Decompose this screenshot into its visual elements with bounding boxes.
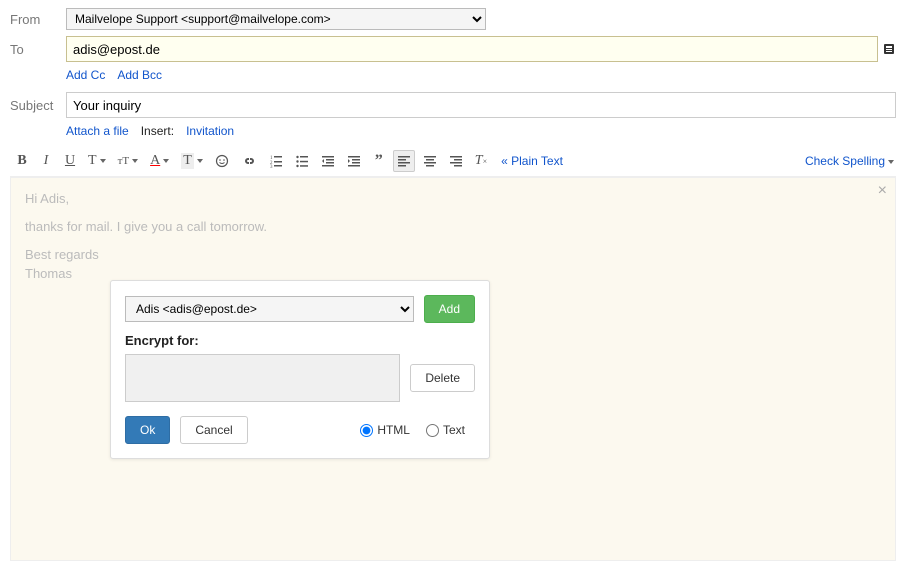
format-radios: HTML Text [360,423,465,437]
link-button[interactable] [237,150,261,172]
ok-button[interactable]: Ok [125,416,170,444]
insert-label: Insert: [141,124,174,138]
svg-text:3: 3 [270,165,273,168]
remove-formatting-button[interactable]: T× [471,150,491,172]
body-line: Best regards Thomas [25,246,881,282]
subject-label: Subject [10,98,66,113]
recipient-row: Adis <adis@epost.de> Add [125,295,475,323]
formatting-toolbar: B I U T тT A T 123 ” T× « Plain Text Che… [10,146,896,177]
to-input[interactable] [66,36,878,62]
insert-invitation-link[interactable]: Invitation [186,124,234,138]
font-color-button[interactable]: A [146,150,173,172]
dialog-footer: Ok Cancel HTML Text [125,416,475,444]
bold-button[interactable]: B [12,150,32,172]
align-left-button[interactable] [393,150,415,172]
encrypt-list-row: Delete [125,354,475,402]
body-line: thanks for mail. I give you a call tomor… [25,218,881,236]
recipient-select[interactable]: Adis <adis@epost.de> [125,296,414,322]
from-label: From [10,12,66,27]
cc-bcc-links: Add Cc Add Bcc [66,68,896,82]
encrypt-for-list[interactable] [125,354,400,402]
add-recipient-button[interactable]: Add [424,295,475,323]
outdent-button[interactable] [317,150,339,172]
highlight-button[interactable]: T [177,150,207,172]
contact-picker-icon[interactable] [882,42,896,56]
cancel-button[interactable]: Cancel [180,416,247,444]
delete-recipient-button[interactable]: Delete [410,364,475,392]
to-label: To [10,42,66,57]
add-cc-link[interactable]: Add Cc [66,68,105,82]
subject-row: Subject [10,92,896,118]
attach-row: Attach a file Insert: Invitation [66,124,896,138]
numbered-list-button[interactable]: 123 [265,150,287,172]
to-row: To [10,36,896,62]
encrypt-dialog: Adis <adis@epost.de> Add Encrypt for: De… [110,280,490,459]
add-bcc-link[interactable]: Add Bcc [117,68,162,82]
encrypt-for-label: Encrypt for: [125,333,475,348]
from-select[interactable]: Mailvelope Support <support@mailvelope.c… [66,8,486,30]
align-center-button[interactable] [419,150,441,172]
check-spelling-link[interactable]: Check Spelling [805,154,894,168]
format-text-label[interactable]: Text [426,423,465,437]
font-size-button[interactable]: тT [114,150,143,172]
format-html-label[interactable]: HTML [360,423,410,437]
font-family-button[interactable]: T [84,150,110,172]
italic-button[interactable]: I [36,150,56,172]
plain-text-link[interactable]: « Plain Text [501,154,563,168]
attach-file-link[interactable]: Attach a file [66,124,129,138]
underline-button[interactable]: U [60,150,80,172]
indent-button[interactable] [343,150,365,172]
quote-button[interactable]: ” [369,150,389,172]
from-row: From Mailvelope Support <support@mailvel… [10,8,896,30]
close-icon[interactable]: × [878,182,887,200]
subject-input[interactable] [66,92,896,118]
align-right-button[interactable] [445,150,467,172]
format-text-radio[interactable] [426,424,439,437]
emoji-button[interactable] [211,150,233,172]
body-line: Hi Adis, [25,190,881,208]
bullet-list-button[interactable] [291,150,313,172]
format-html-radio[interactable] [360,424,373,437]
